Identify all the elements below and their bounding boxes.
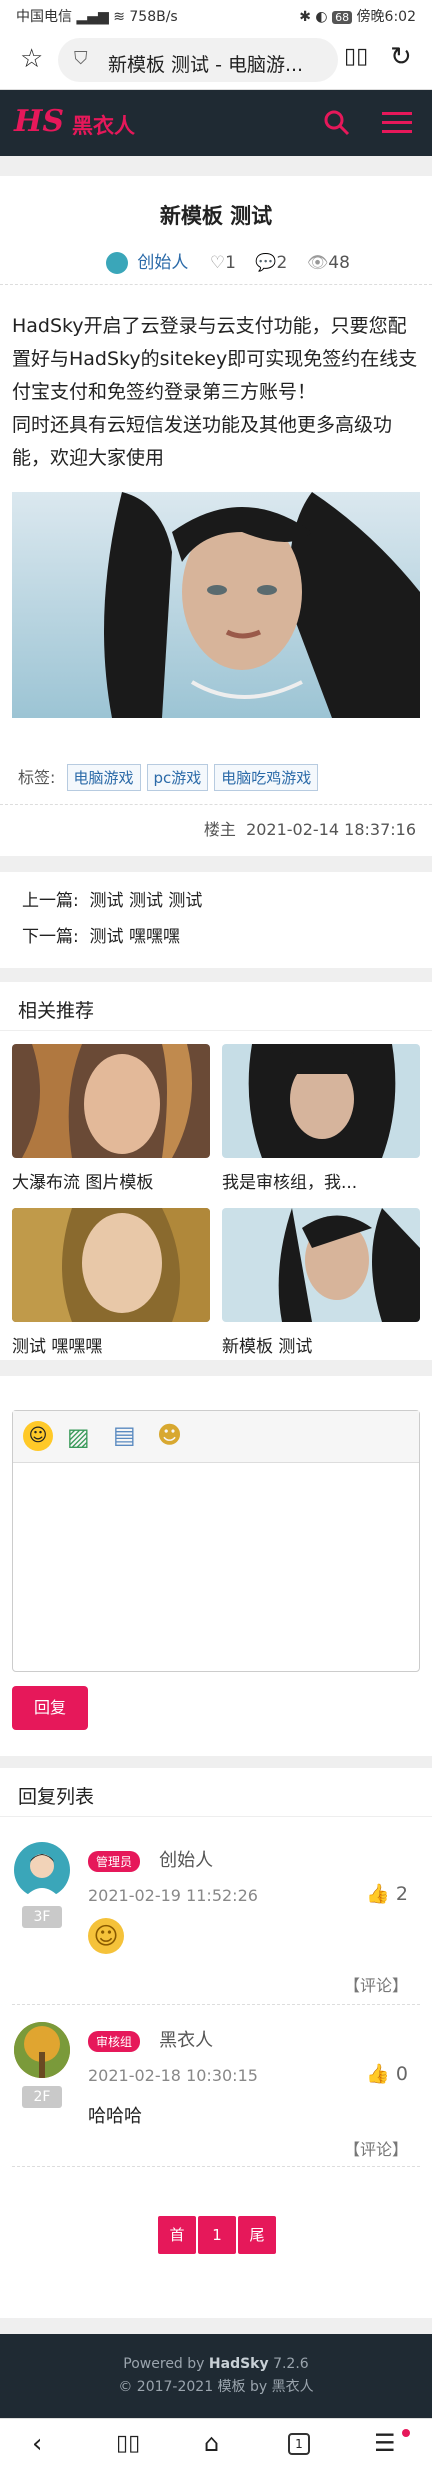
avatar[interactable] [14, 2022, 70, 2078]
menu-icon[interactable] [380, 108, 414, 138]
reply-like[interactable]: 👍 0 [366, 2062, 408, 2085]
post-image[interactable] [12, 492, 420, 718]
browser-toolbar: ☆ ⛉ 新模板 测试 - 电脑游... ▯▯ ↻ [0, 30, 432, 90]
related-caption[interactable]: 我是审核组，我... [222, 1168, 420, 1193]
page-title: 新模板 测试 - 电脑游... [108, 54, 304, 76]
bookmarks-icon[interactable]: ▯▯ [116, 2431, 140, 2456]
related-caption[interactable]: 测试 嘿嘿嘿 [12, 1332, 210, 1357]
home-icon[interactable]: ⌂ [204, 2429, 219, 2457]
tags-label: 标签: [18, 768, 56, 787]
reply-time: 2021-02-18 10:30:15 [88, 2066, 258, 2085]
battery: 68 [332, 11, 353, 24]
owner-label: 楼主 [203, 820, 236, 839]
floor-badge: 2F [22, 2086, 62, 2108]
reply-user[interactable]: 创始人 [159, 1850, 213, 1871]
post-date: 2021-02-14 18:37:16 [246, 820, 416, 839]
back-icon[interactable]: ‹ [32, 2429, 42, 2459]
avatar[interactable] [14, 1842, 70, 1898]
eye-icon: 👁 [306, 253, 329, 273]
related-title: 相关推荐 [18, 1000, 95, 1022]
status-bar: 中国电信 ▂▄▆ ≋ 758B/s ✱ ◐ 68 傍晚6:02 [0, 0, 432, 30]
author-name[interactable]: 创始人 [137, 253, 188, 273]
thumbs-up-icon: 👍 [366, 1883, 390, 1905]
page-first-button[interactable]: 首 [158, 2216, 196, 2254]
heart-icon[interactable]: ♡ [210, 253, 225, 273]
post-title: 新模板 测试 [159, 204, 273, 228]
emoji-icon[interactable]: ☺ [23, 1421, 53, 1451]
comment-link[interactable]: 【评论】 [344, 2136, 408, 2160]
comment-count: 2 [276, 253, 288, 273]
related-thumb[interactable] [12, 1044, 210, 1158]
thumbs-up-icon: 👍 [366, 2063, 390, 2085]
status-right: ✱ ◐ 68 傍晚6:02 [299, 9, 416, 25]
shield-icon: ⛉ [74, 48, 88, 69]
post-body: HadSky开启了云登录与云支付功能，只要您配置好与HadSky的sitekey… [12, 310, 422, 475]
site-name[interactable]: 黑衣人 [72, 110, 135, 140]
post-paragraph: HadSky开启了云登录与云支付功能，只要您配置好与HadSky的sitekey… [12, 315, 418, 403]
post-navigation: 上一篇: 测试 测试 测试 下一篇: 测试 嘿嘿嘿 [0, 872, 432, 968]
related-thumb[interactable] [222, 1208, 420, 1322]
reply-form: ☺ ▨ ▤ ☻ 回复 [0, 1376, 432, 1756]
related-caption[interactable]: 大瀑布流 图片模板 [12, 1168, 210, 1193]
site-footer: Powered by HadSky 7.2.6 © 2017-2021 模板 b… [0, 2334, 432, 2418]
editor-toolbar: ☺ ▨ ▤ ☻ [13, 1411, 419, 1463]
related-thumb[interactable] [222, 1044, 420, 1158]
editor: ☺ ▨ ▤ ☻ [12, 1410, 420, 1672]
comment-icon: 💬 [255, 253, 277, 273]
reply-user[interactable]: 黑衣人 [159, 2030, 213, 2051]
reader-icon[interactable]: ▯▯ [344, 44, 368, 69]
tag[interactable]: 电脑吃鸡游戏 [214, 764, 319, 791]
reply-time: 2021-02-19 11:52:26 [88, 1886, 258, 1905]
related-section: 相关推荐 大瀑布流 图片模板 我是审核组，我... 测试 嘿嘿嘿 新模板 测试 [0, 982, 432, 1360]
emoji-sticker: ☺ [88, 1918, 124, 1954]
related-thumb[interactable] [12, 1208, 210, 1322]
reply-textarea[interactable] [13, 1464, 419, 1671]
submit-reply-button[interactable]: 回复 [12, 1686, 88, 1730]
sticker-icon[interactable]: ☻ [157, 1421, 182, 1449]
related-caption[interactable]: 新模板 测试 [222, 1332, 420, 1357]
role-badge: 审核组 [88, 2031, 141, 2052]
next-post[interactable]: 下一篇: 测试 嘿嘿嘿 [22, 922, 180, 947]
reload-icon[interactable]: ↻ [390, 42, 412, 72]
author-avatar[interactable] [106, 252, 128, 274]
reply-header: 管理员 创始人 [88, 1846, 213, 1872]
post-meta: 创始人 ♡1 💬2 👁48 [106, 248, 350, 274]
page-current-button[interactable]: 1 [198, 2216, 236, 2254]
reply-list: 回复列表 3F 管理员 创始人 2021-02-19 11:52:26 👍 2 … [0, 1768, 432, 2318]
tag[interactable]: 电脑游戏 [66, 764, 141, 791]
reply-content: 哈哈哈 [88, 2106, 142, 2127]
reply-header: 审核组 黑衣人 [88, 2026, 213, 2052]
role-badge: 管理员 [88, 1851, 141, 1872]
site-header: HS 黑衣人 [0, 90, 432, 156]
search-icon[interactable] [322, 108, 352, 138]
post-footer: 楼主 2021-02-14 18:37:16 [204, 816, 416, 840]
file-icon[interactable]: ▤ [113, 1421, 136, 1449]
star-icon[interactable]: ☆ [20, 44, 43, 74]
reply-list-title: 回复列表 [18, 1786, 95, 1808]
post-paragraph: 同时还具有云短信发送功能及其他更多高级功能，欢迎大家使用 [12, 414, 393, 469]
like-count: 1 [225, 253, 236, 273]
page-last-button[interactable]: 尾 [238, 2216, 276, 2254]
browser-bottom-bar: ‹ ▯▯ ⌂ 1 ☰ [0, 2418, 432, 2473]
image-icon[interactable]: ▨ [67, 1423, 90, 1451]
comment-link[interactable]: 【评论】 [344, 1972, 408, 1996]
site-logo[interactable]: HS [14, 104, 64, 139]
prev-post[interactable]: 上一篇: 测试 测试 测试 [22, 886, 202, 911]
notification-dot [402, 2429, 410, 2437]
tag[interactable]: pc游戏 [146, 764, 209, 791]
floor-badge: 3F [22, 1906, 62, 1928]
menu-icon[interactable]: ☰ [374, 2429, 396, 2457]
clock: 傍晚6:02 [356, 9, 416, 25]
copyright: © 2017-2021 模板 by 黑衣人 [118, 2379, 314, 2395]
tags-row: 标签: 电脑游戏 pc游戏 电脑吃鸡游戏 [18, 764, 324, 791]
carrier: 中国电信 ▂▄▆ ≋ 758B/s [16, 9, 178, 25]
view-count: 48 [328, 253, 350, 273]
powered-by: Powered by HadSky 7.2.6 [123, 2356, 309, 2372]
address-bar[interactable]: ⛉ 新模板 测试 - 电脑游... [58, 38, 338, 82]
tabs-button[interactable]: 1 [288, 2433, 310, 2455]
post-card: 新模板 测试 创始人 ♡1 💬2 👁48 HadSky开启了云登录与云支付功能，… [0, 176, 432, 856]
reply-like[interactable]: 👍 2 [366, 1882, 408, 1905]
